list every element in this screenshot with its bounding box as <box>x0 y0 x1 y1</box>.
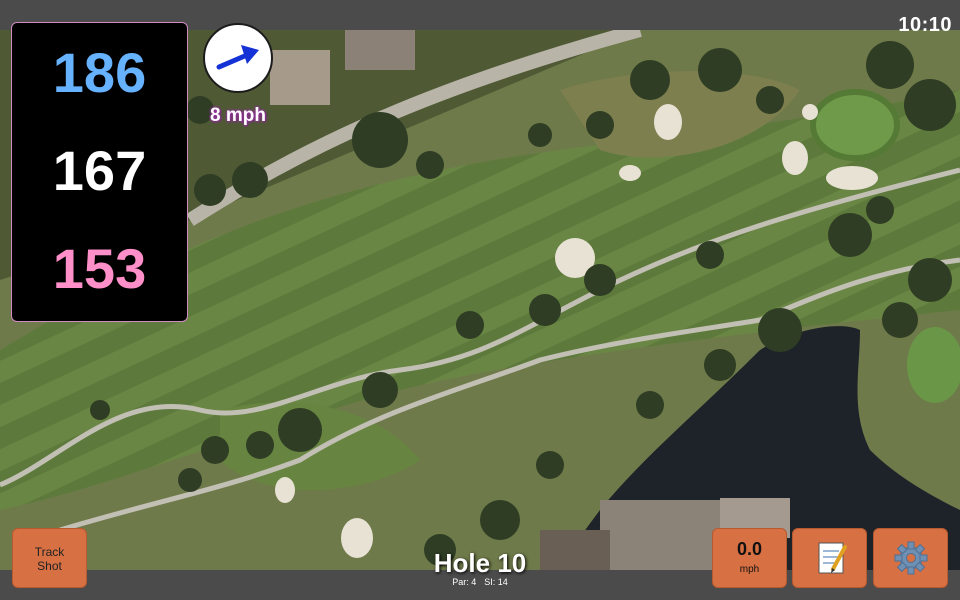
middle-distance: 167 <box>52 139 147 202</box>
track-shot-button[interactable]: Track Shot <box>12 528 87 588</box>
bunker <box>275 477 295 503</box>
notes-button[interactable] <box>792 528 867 588</box>
distance-panel: 186 167 153 <box>11 22 188 322</box>
putting-green <box>810 89 900 161</box>
wind-speed-label: 8 mph <box>210 105 266 126</box>
hole-stroke-index: SI: 14 <box>484 577 508 587</box>
clock-time: 10:10 <box>898 14 952 36</box>
bunker <box>619 165 641 181</box>
hole-title: Hole 10 <box>433 548 527 578</box>
wind-speed-button[interactable]: 0.0 mph <box>712 528 787 588</box>
front-distance: 153 <box>52 237 147 300</box>
track-shot-label: Track Shot <box>34 545 65 573</box>
bunker <box>802 104 818 120</box>
hole-par: Par: 4 <box>452 577 477 587</box>
bunker <box>826 166 878 190</box>
notepad-icon <box>818 542 847 574</box>
hole-info: Par: 4 SI: 14 <box>420 577 540 587</box>
gear-icon <box>894 541 928 575</box>
wind-button-value: 0.0 <box>736 539 763 559</box>
bunker <box>782 141 808 175</box>
settings-button[interactable] <box>873 528 948 588</box>
back-distance: 186 <box>52 41 147 104</box>
wind-button-unit: mph <box>739 564 760 575</box>
bunker <box>654 104 682 140</box>
wind-arrow-icon <box>216 45 259 70</box>
bunker <box>341 518 373 558</box>
wind-direction-indicator <box>203 23 273 93</box>
